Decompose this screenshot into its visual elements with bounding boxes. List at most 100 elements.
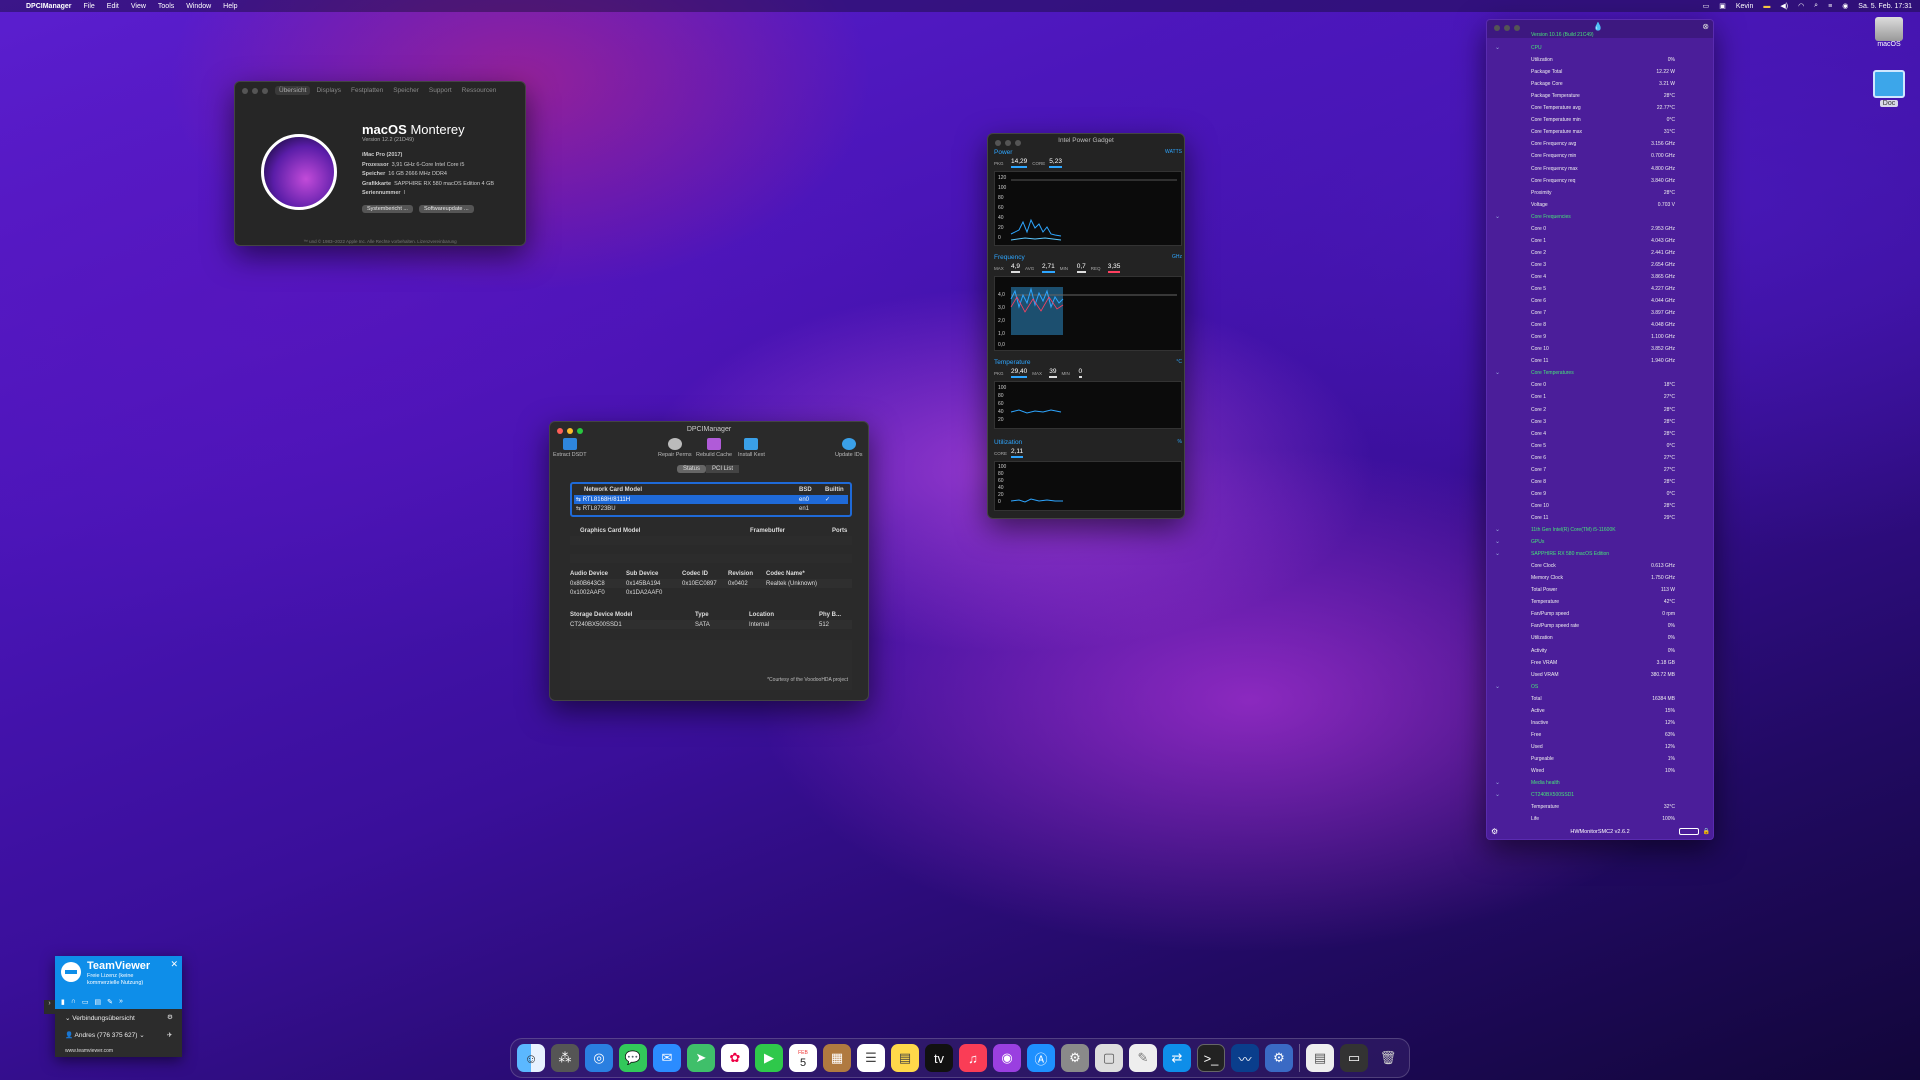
- tab-pci-list[interactable]: PCI List: [706, 465, 740, 473]
- preview-icon[interactable]: ▢: [1095, 1044, 1123, 1072]
- zoom-button[interactable]: [262, 88, 268, 94]
- partner-entry[interactable]: 👤 Andres (776 375 627) ⌄: [65, 1031, 145, 1039]
- extract-dsdt-button[interactable]: Extract DSDT: [553, 438, 587, 458]
- sensor-group-header[interactable]: SAPPHIRE RX 580 macOS Edition: [1531, 551, 1609, 557]
- stage-icon[interactable]: ▭: [1703, 2, 1710, 10]
- minimize-button[interactable]: [252, 88, 258, 94]
- sensor-group-header[interactable]: Core Frequencies: [1531, 214, 1571, 220]
- close-icon[interactable]: ⊗: [1702, 22, 1709, 31]
- maps-icon[interactable]: ➤: [687, 1044, 715, 1072]
- teamviewer-url[interactable]: www.teamviewer.com: [65, 1048, 179, 1054]
- more-icon[interactable]: »: [119, 998, 123, 1006]
- close-button[interactable]: [1494, 25, 1500, 31]
- menu-file[interactable]: File: [84, 3, 95, 10]
- table-row[interactable]: ⇆ RTL8168H/8111H en0 ✓: [574, 495, 848, 504]
- contacts-icon[interactable]: ▦: [823, 1044, 851, 1072]
- table-row[interactable]: ⇆ RTL8723BU en1: [574, 504, 848, 513]
- chevron-down-icon[interactable]: ⌄: [1495, 44, 1500, 51]
- apple-tv-icon[interactable]: tv: [925, 1044, 953, 1072]
- menu-help[interactable]: Help: [223, 3, 237, 10]
- podcasts-icon[interactable]: ◉: [993, 1044, 1021, 1072]
- connection-overview-header[interactable]: ⌄ Verbindungsübersicht: [65, 1014, 135, 1022]
- chevron-down-icon[interactable]: ⌄: [1495, 538, 1500, 545]
- reminders-icon[interactable]: ☰: [857, 1044, 885, 1072]
- sensor-group-header[interactable]: OS: [1531, 684, 1538, 690]
- close-button[interactable]: [242, 88, 248, 94]
- teamviewer-icon[interactable]: ⇄: [1163, 1044, 1191, 1072]
- tab-memory[interactable]: Speicher: [389, 86, 423, 95]
- downloads-stack-icon[interactable]: ▭: [1340, 1044, 1368, 1072]
- tab-displays[interactable]: Displays: [312, 86, 345, 95]
- close-icon[interactable]: ✕: [170, 959, 178, 970]
- system-preferences-icon[interactable]: ⚙: [1061, 1044, 1089, 1072]
- user-menu[interactable]: Kevin: [1736, 3, 1754, 10]
- files-icon[interactable]: ▤: [95, 998, 102, 1006]
- toggle-switch[interactable]: [1679, 828, 1699, 835]
- power-gadget-icon[interactable]: 〰: [1231, 1044, 1259, 1072]
- gear-icon[interactable]: ⚙: [167, 1013, 173, 1021]
- table-row[interactable]: 0x1002AAF0 0x1DA2AAF0: [570, 588, 852, 597]
- table-row[interactable]: 0x80B643C8 0x145BA194 0x10EC0897 0x0402 Real…: [570, 579, 852, 588]
- menu-window[interactable]: Window: [186, 3, 211, 10]
- flag-icon[interactable]: ▬: [1763, 3, 1770, 10]
- mail-icon[interactable]: ✉: [653, 1044, 681, 1072]
- calendar-icon[interactable]: FEB 5: [789, 1044, 817, 1072]
- finder-icon[interactable]: ☺: [517, 1044, 545, 1072]
- app-menu[interactable]: DPCIManager: [26, 3, 72, 10]
- system-report-button[interactable]: Systembericht ...: [362, 205, 413, 213]
- lock-icon[interactable]: 🔒: [1703, 825, 1710, 839]
- menu-view[interactable]: View: [131, 3, 146, 10]
- menu-tools[interactable]: Tools: [158, 3, 174, 10]
- zoom-button[interactable]: [1514, 25, 1520, 31]
- volume-icon[interactable]: ◀): [1780, 2, 1788, 10]
- sensor-group-header[interactable]: CPU: [1531, 45, 1542, 51]
- tab-resources[interactable]: Ressourcen: [458, 86, 501, 95]
- expand-arrow-icon[interactable]: ›: [44, 1000, 55, 1014]
- terminal-icon[interactable]: >_: [1197, 1044, 1225, 1072]
- launchpad-icon[interactable]: ⁂: [551, 1044, 579, 1072]
- software-update-button[interactable]: Softwareupdate ...: [418, 205, 474, 213]
- update-ids-button[interactable]: Update IDs: [835, 438, 863, 458]
- video-icon[interactable]: ▮: [61, 998, 65, 1006]
- notes-icon[interactable]: ▤: [891, 1044, 919, 1072]
- music-icon[interactable]: ♫: [959, 1044, 987, 1072]
- chevron-down-icon[interactable]: ⌄: [1495, 779, 1500, 786]
- doc-folder-icon[interactable]: Doc: [1869, 70, 1909, 107]
- display-icon[interactable]: ▣: [1719, 2, 1726, 10]
- script-editor-icon[interactable]: ✎: [1129, 1044, 1157, 1072]
- siri-icon[interactable]: ◉: [1842, 2, 1848, 10]
- macos-disk-icon[interactable]: macOS: [1869, 17, 1909, 48]
- sensor-group-header[interactable]: 11th Gen Intel(R) Core(TM) i5-11600K: [1531, 527, 1616, 533]
- traffic-lights[interactable]: [1494, 25, 1520, 31]
- safari-icon[interactable]: ◎: [585, 1044, 613, 1072]
- chevron-down-icon[interactable]: ⌄: [1495, 213, 1500, 220]
- control-center-icon[interactable]: ≡: [1828, 3, 1832, 10]
- trash-icon[interactable]: 🗑: [1374, 1044, 1402, 1072]
- sensor-group-header[interactable]: GPUs: [1531, 539, 1544, 545]
- chevron-down-icon[interactable]: ⌄: [1495, 526, 1500, 533]
- tab-support[interactable]: Support: [425, 86, 456, 95]
- traffic-lights[interactable]: [242, 88, 268, 94]
- tab-status[interactable]: Status: [677, 465, 707, 473]
- minimize-button[interactable]: [1504, 25, 1510, 31]
- sensor-group-header[interactable]: Core Temperatures: [1531, 370, 1574, 376]
- install-kext-button[interactable]: Install Kext: [738, 438, 765, 458]
- photos-icon[interactable]: ✿: [721, 1044, 749, 1072]
- pin-icon[interactable]: ✈: [167, 1031, 172, 1039]
- clock[interactable]: Sa. 5. Feb. 17:31: [1858, 3, 1912, 10]
- wifi-icon[interactable]: ◠: [1798, 2, 1804, 10]
- tab-storage[interactable]: Festplatten: [347, 86, 387, 95]
- chevron-down-icon[interactable]: ⌄: [1495, 369, 1500, 376]
- chevron-down-icon[interactable]: ⌄: [1495, 683, 1500, 690]
- app-store-icon[interactable]: Ⓐ: [1027, 1044, 1055, 1072]
- dpcimanager-icon[interactable]: ⚙: [1265, 1044, 1293, 1072]
- headset-icon[interactable]: ∩: [71, 998, 76, 1006]
- menu-edit[interactable]: Edit: [107, 3, 119, 10]
- sensor-group-header[interactable]: CT240BX500SSD1: [1531, 792, 1574, 798]
- chevron-down-icon[interactable]: ⌄: [1495, 791, 1500, 798]
- tab-overview[interactable]: Übersicht: [275, 86, 311, 95]
- chevron-down-icon[interactable]: ⌄: [1495, 550, 1500, 557]
- table-row[interactable]: CT240BX500SSD1 SATA Internal 512: [570, 620, 852, 629]
- document-icon[interactable]: ▤: [1306, 1044, 1334, 1072]
- messages-icon[interactable]: 💬: [619, 1044, 647, 1072]
